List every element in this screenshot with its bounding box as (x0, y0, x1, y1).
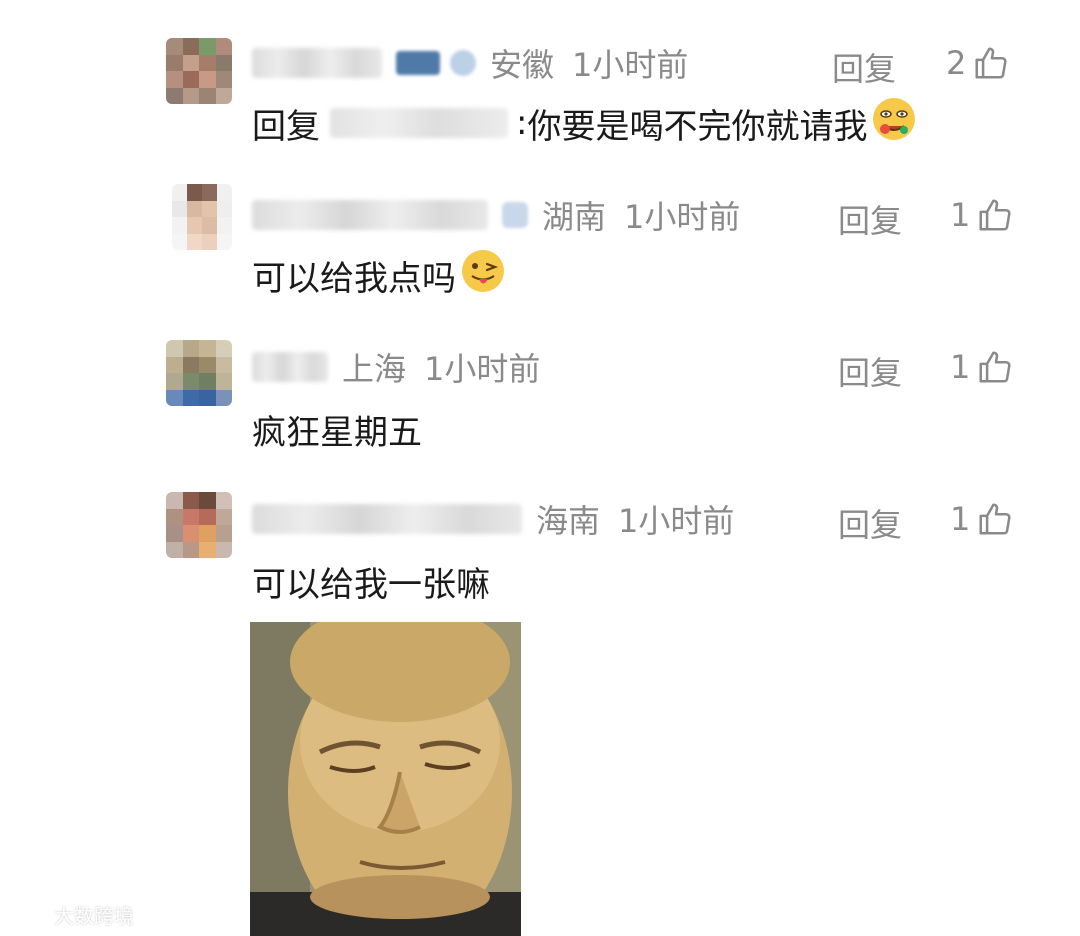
comment-meta: 上海 1小时前 (252, 342, 540, 392)
thumbs-up-icon (979, 199, 1011, 231)
comment-location: 安徽 (490, 46, 555, 84)
comment-location: 上海 (342, 350, 407, 388)
username-blurred[interactable] (252, 504, 522, 534)
comment-body: 疯狂星期五 (252, 412, 422, 453)
winking-tongue-face-emoji-icon (460, 248, 506, 303)
like-button[interactable]: 1 (950, 196, 1014, 234)
comment-meta: 海南 1小时前 (252, 494, 734, 544)
comment-meta: 安徽 1小时前 (252, 38, 688, 88)
drooling-face-emoji-icon (871, 96, 917, 151)
thumbs-up-icon (979, 503, 1011, 535)
username-blurred[interactable] (252, 48, 382, 78)
watermark: 大数跨境 (14, 900, 134, 929)
comment-location: 海南 (536, 502, 601, 540)
comment-image[interactable] (250, 622, 521, 936)
avatar[interactable] (166, 340, 232, 406)
comment-location: 湖南 (542, 198, 607, 236)
verified-badge-icon (502, 202, 528, 228)
mention-colon: : (516, 103, 528, 143)
verified-badge-icon (450, 50, 476, 76)
like-count: 2 (946, 44, 967, 82)
avatar[interactable] (166, 492, 232, 558)
comment-body: 可以给我点吗 (252, 258, 456, 299)
reply-button[interactable]: 回复 (838, 348, 902, 394)
comment-text: 可以给我点吗 (252, 248, 506, 303)
comment-text: 回复 : 你要是喝不完你就请我 (252, 96, 917, 151)
comment-body: 你要是喝不完你就请我 (527, 106, 868, 147)
watermark-text: 大数跨境 (54, 904, 134, 928)
reply-button[interactable]: 回复 (838, 196, 902, 242)
like-button[interactable]: 1 (950, 348, 1014, 386)
avatar[interactable] (172, 184, 232, 250)
comment-meta: 湖南 1小时前 (252, 190, 740, 240)
comment-body: 可以给我一张嘛 (252, 564, 490, 605)
reply-button[interactable]: 回复 (838, 500, 902, 546)
username-blurred[interactable] (252, 200, 488, 230)
avatar[interactable] (166, 38, 232, 104)
like-count: 1 (950, 196, 971, 234)
comment-text: 可以给我一张嘛 (252, 556, 490, 606)
brand-logo-icon (15, 905, 52, 924)
username-blurred[interactable] (252, 352, 328, 382)
reply-button[interactable]: 回复 (832, 44, 896, 90)
like-count: 1 (950, 500, 971, 538)
like-button[interactable]: 1 (950, 500, 1014, 538)
comment-time: 1小时前 (572, 46, 689, 84)
like-count: 1 (950, 348, 971, 386)
comment-time: 1小时前 (618, 502, 735, 540)
comment-time: 1小时前 (624, 198, 741, 236)
comment-text: 疯狂星期五 (252, 404, 422, 454)
thumbs-up-icon (975, 47, 1007, 79)
reply-prefix: 回复 (252, 106, 320, 147)
like-button[interactable]: 2 (946, 44, 1010, 82)
comment-time: 1小时前 (424, 350, 541, 388)
thumbs-up-icon (979, 351, 1011, 383)
car-badge-icon (396, 51, 440, 75)
mention-username-blurred[interactable] (330, 108, 508, 138)
